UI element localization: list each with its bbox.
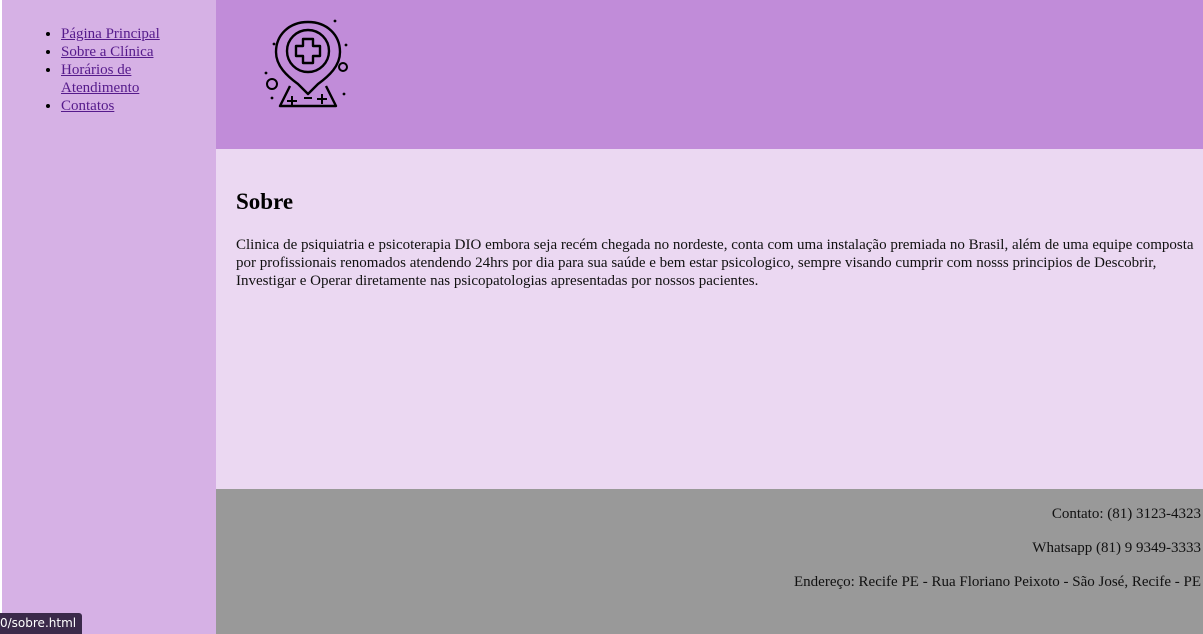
sidebar: Página Principal Sobre a Clínica Horário… [2, 0, 216, 634]
status-bar-url: 0/sobre.html [0, 613, 83, 634]
header [216, 0, 1203, 149]
nav-item: Sobre a Clínica [61, 43, 181, 61]
footer-whatsapp: Whatsapp (81) 9 9349-3333 [1032, 540, 1201, 556]
page-title: Sobre [236, 189, 294, 214]
about-text: Clinica de psiquiatria e psicoterapia DI… [236, 237, 1194, 289]
nav-item: Página Principal [61, 25, 181, 43]
nav-link-sobre[interactable]: Sobre a Clínica [61, 44, 153, 60]
nav-item: Horários de Atendimento [61, 61, 181, 97]
medical-location-pin-icon [264, 19, 348, 108]
page: Página Principal Sobre a Clínica Horário… [0, 0, 1203, 634]
nav-link-pagina-principal[interactable]: Página Principal [61, 26, 160, 42]
nav-list: Página Principal Sobre a Clínica Horário… [2, 25, 181, 115]
nav-link-contatos[interactable]: Contatos [61, 98, 114, 114]
nav-item: Contatos [61, 97, 181, 115]
footer-contact: Contato: (81) 3123-4323 [1051, 506, 1201, 522]
nav-link-horarios[interactable]: Horários de Atendimento [61, 62, 139, 96]
main-content: Sobre Clinica de psiquiatria e psicotera… [216, 149, 1203, 489]
footer: Contato: (81) 3123-4323 Whatsapp (81) 9 … [216, 489, 1203, 634]
footer-address: Endereço: Recife PE - Rua Floriano Peixo… [794, 574, 1201, 590]
